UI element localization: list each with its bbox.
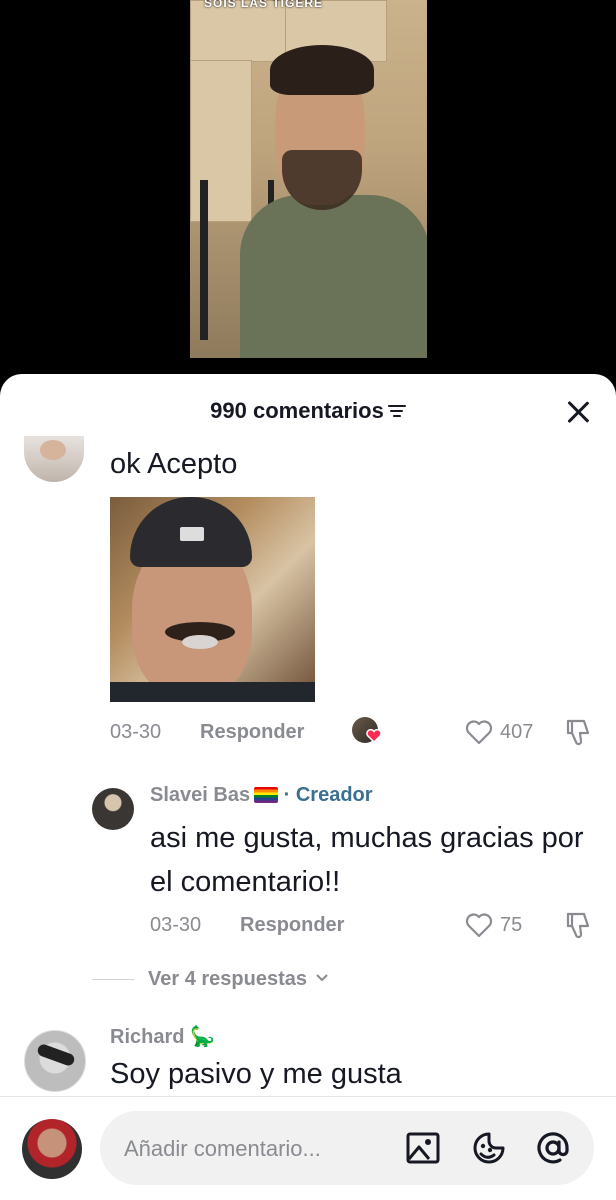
sort-icon[interactable] (387, 404, 406, 418)
avatar[interactable] (24, 436, 84, 482)
comment-text: ok Acepto (110, 448, 238, 480)
comments-sheet: 990 comentarios ok Acepto 03-30 Responde… (0, 374, 616, 1200)
image-icon[interactable] (404, 1129, 442, 1167)
video-frame[interactable]: SOIS LAS TIGERE (190, 0, 427, 358)
person-shirt (240, 195, 427, 358)
comment-composer (0, 1096, 616, 1200)
reply-button[interactable]: Responder (240, 914, 344, 937)
heart-icon[interactable] (465, 912, 493, 938)
comment-image[interactable] (110, 497, 315, 702)
reply-text: asi me gusta, muchas gracias por el come… (150, 822, 584, 898)
mention-icon[interactable] (534, 1129, 572, 1167)
comment-date: 03-30 (110, 721, 162, 743)
creator-tag: · Creador (283, 784, 373, 806)
video-overlay-text: SOIS LAS TIGERE (204, 0, 324, 10)
replies-divider (92, 979, 134, 980)
like-count: 407 (500, 721, 534, 743)
close-button[interactable] (564, 398, 592, 426)
view-replies-label: Ver 4 respuestas (148, 968, 307, 990)
heart-icon[interactable] (465, 719, 493, 745)
dislike-icon[interactable] (562, 717, 592, 747)
comment-count: 990 comentarios (210, 398, 384, 423)
sheet-header: 990 comentarios (0, 374, 616, 450)
comment-input[interactable] (122, 1129, 396, 1169)
reply-date: 03-30 (150, 914, 202, 936)
reply-author[interactable]: Slavei Bas (150, 784, 250, 806)
heart-badge-icon (366, 729, 382, 743)
view-replies-button[interactable]: Ver 4 respuestas (148, 968, 329, 991)
reply-author-line[interactable]: Slavei Bas · Creador (150, 784, 373, 807)
creator-liked-badge (352, 717, 382, 747)
dislike-icon[interactable] (562, 910, 592, 940)
comment-text: Soy pasivo y me gusta (110, 1058, 402, 1090)
emoji-icon[interactable] (470, 1129, 508, 1167)
person-hair (270, 45, 374, 95)
like-count: 75 (500, 914, 523, 936)
reply-button[interactable]: Responder (200, 721, 304, 744)
pride-flag-icon (254, 787, 279, 803)
avatar[interactable] (24, 1030, 86, 1092)
comment-count-title[interactable]: 990 comentarios (0, 398, 616, 424)
avatar[interactable] (92, 788, 134, 830)
chevron-down-icon (315, 974, 328, 982)
comment-author[interactable]: Richard 🦕 (110, 1024, 215, 1049)
my-avatar[interactable] (22, 1119, 82, 1179)
comment-input-box[interactable] (100, 1111, 594, 1185)
